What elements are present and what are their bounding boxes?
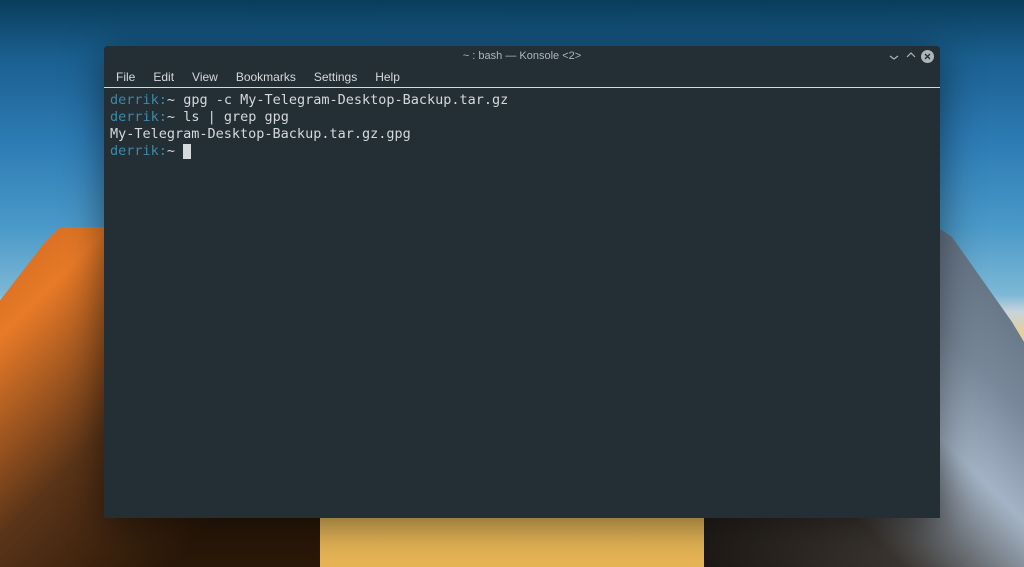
prompt-user: derrik:	[110, 109, 167, 125]
terminal-line: derrik:~ gpg -c My-Telegram-Desktop-Back…	[110, 92, 934, 109]
menu-help[interactable]: Help	[367, 68, 408, 86]
maximize-icon[interactable]	[904, 50, 917, 63]
prompt-user: derrik:	[110, 143, 167, 159]
output-text: My-Telegram-Desktop-Backup.tar.gz.gpg	[110, 126, 411, 142]
menu-view[interactable]: View	[184, 68, 226, 86]
prompt-path: ~	[167, 92, 175, 108]
menu-file[interactable]: File	[108, 68, 143, 86]
prompt-user: derrik:	[110, 92, 167, 108]
terminal-area[interactable]: derrik:~ gpg -c My-Telegram-Desktop-Back…	[104, 88, 940, 518]
minimize-icon[interactable]	[887, 50, 900, 63]
window-title: ~ : bash — Konsole <2>	[170, 50, 874, 62]
window-titlebar[interactable]: ~ : bash — Konsole <2>	[104, 46, 940, 66]
command-text: ls | grep gpg	[183, 109, 289, 125]
menubar: File Edit View Bookmarks Settings Help	[104, 66, 940, 88]
menu-settings[interactable]: Settings	[306, 68, 365, 86]
konsole-window: ~ : bash — Konsole <2> File Edit View Bo…	[104, 46, 940, 518]
terminal-line: My-Telegram-Desktop-Backup.tar.gz.gpg	[110, 126, 934, 143]
prompt-path: ~	[167, 143, 175, 159]
terminal-line: derrik:~ ls | grep gpg	[110, 109, 934, 126]
prompt-path: ~	[167, 109, 175, 125]
cursor-icon	[183, 144, 191, 159]
menu-bookmarks[interactable]: Bookmarks	[228, 68, 304, 86]
close-icon[interactable]	[921, 50, 934, 63]
command-text: gpg -c My-Telegram-Desktop-Backup.tar.gz	[183, 92, 508, 108]
menu-edit[interactable]: Edit	[145, 68, 182, 86]
terminal-line: derrik:~	[110, 143, 934, 160]
